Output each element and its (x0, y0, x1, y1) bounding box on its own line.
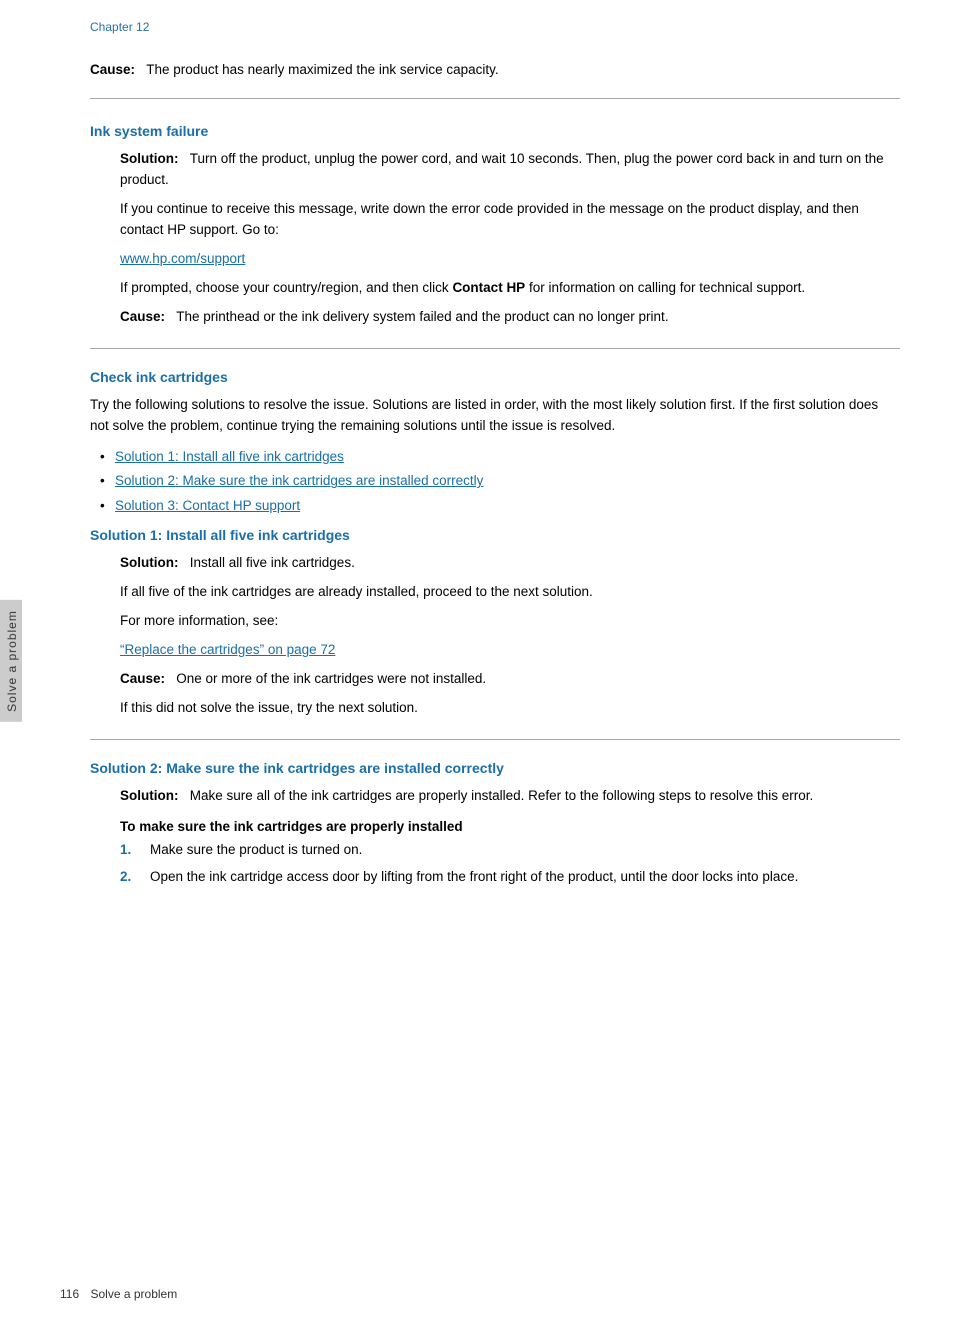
solution1-cause-text: One or more of the ink cartridges were n… (176, 671, 486, 686)
contact-hp-bold: Contact HP (452, 280, 525, 295)
subsection-title: To make sure the ink cartridges are prop… (120, 819, 900, 834)
chapter-heading: Chapter 12 (90, 20, 900, 34)
ink-para2-start: If prompted, choose your country/region,… (120, 280, 452, 295)
solution3-link[interactable]: Solution 3: Contact HP support (115, 498, 300, 513)
solution1-solution: Solution: Install all five ink cartridge… (120, 553, 900, 574)
divider-1 (90, 348, 900, 349)
solution2-title: Solution 2: Make sure the ink cartridges… (90, 760, 900, 776)
top-cause-block: Cause: The product has nearly maximized … (90, 50, 900, 99)
ink-para2: If prompted, choose your country/region,… (120, 278, 900, 299)
list-item: Solution 2: Make sure the ink cartridges… (100, 471, 900, 492)
list-item: 1. Make sure the product is turned on. (120, 840, 900, 861)
solution1-label: Solution: (120, 555, 178, 570)
sidebar-tab: Solve a problem (0, 600, 22, 722)
solution1-para3: If this did not solve the issue, try the… (120, 698, 900, 719)
solution2-solution: Solution: Make sure all of the ink cartr… (120, 786, 900, 807)
solution2-text: Make sure all of the ink cartridges are … (190, 788, 814, 803)
step-number-2: 2. (120, 867, 131, 888)
solution2-label: Solution: (120, 788, 178, 803)
main-content: Chapter 12 Cause: The product has nearly… (30, 0, 950, 1321)
solution2-section: Solution 2: Make sure the ink cartridges… (90, 760, 900, 888)
check-ink-cartridges-section: Check ink cartridges Try the following s… (90, 369, 900, 518)
solution-label-1: Solution: (120, 151, 178, 166)
step-number-1: 1. (120, 840, 131, 861)
hp-support-link[interactable]: www.hp.com/support (120, 251, 245, 266)
ink-cause-text: The printhead or the ink delivery system… (176, 309, 668, 324)
steps-list: 1. Make sure the product is turned on. 2… (120, 840, 900, 888)
list-item: 2. Open the ink cartridge access door by… (120, 867, 900, 888)
ink-cause-label: Cause: (120, 309, 165, 324)
solution1-link[interactable]: Solution 1: Install all five ink cartrid… (115, 449, 344, 464)
ink-system-failure-title: Ink system failure (90, 123, 900, 139)
solution1-link-para: “Replace the cartridges” on page 72 (120, 640, 900, 661)
solutions-list: Solution 1: Install all five ink cartrid… (90, 447, 900, 518)
ink-solution-text: Solution: Turn off the product, unplug t… (120, 149, 900, 191)
solution-value-1: Turn off the product, unplug the power c… (120, 151, 884, 187)
step-text-2: Open the ink cartridge access door by li… (150, 869, 798, 884)
replace-cartridges-link[interactable]: “Replace the cartridges” on page 72 (120, 642, 335, 657)
cause-value: The product has nearly maximized the ink… (146, 62, 498, 77)
solution1-body: Solution: Install all five ink cartridge… (90, 553, 900, 719)
step-text-1: Make sure the product is turned on. (150, 842, 362, 857)
divider-2 (90, 739, 900, 740)
top-cause-text: Cause: The product has nearly maximized … (90, 60, 900, 80)
page-number: 116 (60, 1287, 79, 1301)
check-ink-cartridges-title: Check ink cartridges (90, 369, 900, 385)
ink-para2-end: for information on calling for technical… (525, 280, 805, 295)
solution2-link[interactable]: Solution 2: Make sure the ink cartridges… (115, 473, 483, 488)
ink-cause: Cause: The printhead or the ink delivery… (120, 307, 900, 328)
solution1-text: Install all five ink cartridges. (190, 555, 355, 570)
cause-label: Cause: (90, 62, 135, 77)
solution1-cause: Cause: One or more of the ink cartridges… (120, 669, 900, 690)
check-ink-intro: Try the following solutions to resolve t… (90, 395, 900, 437)
ink-para1: If you continue to receive this message,… (120, 199, 900, 241)
ink-system-failure-body: Solution: Turn off the product, unplug t… (90, 149, 900, 327)
footer-text: Solve a problem (90, 1287, 177, 1301)
ink-link-para: www.hp.com/support (120, 249, 900, 270)
solution1-section: Solution 1: Install all five ink cartrid… (90, 527, 900, 719)
list-item: Solution 1: Install all five ink cartrid… (100, 447, 900, 468)
solution1-cause-label: Cause: (120, 671, 165, 686)
ink-system-failure-section: Ink system failure Solution: Turn off th… (90, 123, 900, 327)
solution2-body: Solution: Make sure all of the ink cartr… (90, 786, 900, 888)
page-footer: 116 Solve a problem (60, 1287, 185, 1301)
solution1-para2: For more information, see: (120, 611, 900, 632)
list-item: Solution 3: Contact HP support (100, 496, 900, 517)
solution1-title: Solution 1: Install all five ink cartrid… (90, 527, 900, 543)
solution1-para1: If all five of the ink cartridges are al… (120, 582, 900, 603)
